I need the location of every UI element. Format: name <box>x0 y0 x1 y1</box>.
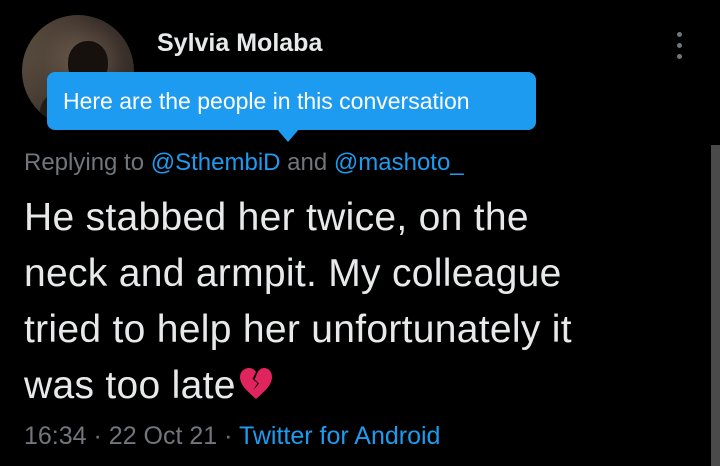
mention-link-2[interactable]: @mashoto_ <box>334 149 464 176</box>
meta-separator: · <box>224 422 233 450</box>
scrollbar[interactable] <box>711 145 720 466</box>
tweet-meta: 16:34 · 22 Oct 21 · Twitter for Android <box>24 422 440 451</box>
display-name[interactable]: Sylvia Molaba <box>157 29 322 58</box>
mention-link-1[interactable]: @SthembiD <box>151 149 281 176</box>
broken-heart-icon <box>238 362 274 399</box>
tweet-text: He stabbed her twice, on the neck and ar… <box>24 190 674 414</box>
more-options-icon[interactable] <box>670 30 690 62</box>
replying-to: Replying to @SthembiD and @mashoto_ <box>24 149 464 177</box>
conversation-tooltip: Here are the people in this conversation <box>47 72 536 130</box>
tweet-time: 16:34 <box>24 422 87 450</box>
tweet-line-last: was too late <box>24 358 674 414</box>
tweet-line-text: was too late <box>24 364 236 407</box>
tweet-line: He stabbed her twice, on the <box>24 196 529 239</box>
tweet-date: 22 Oct 21 <box>108 422 218 450</box>
tooltip-text: Here are the people in this conversation <box>63 87 470 114</box>
source-link[interactable]: Twitter for Android <box>239 422 440 450</box>
replying-prefix: Replying to <box>24 149 145 176</box>
tooltip-arrow <box>276 128 300 142</box>
tweet-line: neck and armpit. My colleague <box>24 252 562 295</box>
replying-and: and <box>287 149 328 176</box>
meta-separator: · <box>93 422 102 450</box>
tweet-line: tried to help her unfortunately it <box>24 308 572 351</box>
